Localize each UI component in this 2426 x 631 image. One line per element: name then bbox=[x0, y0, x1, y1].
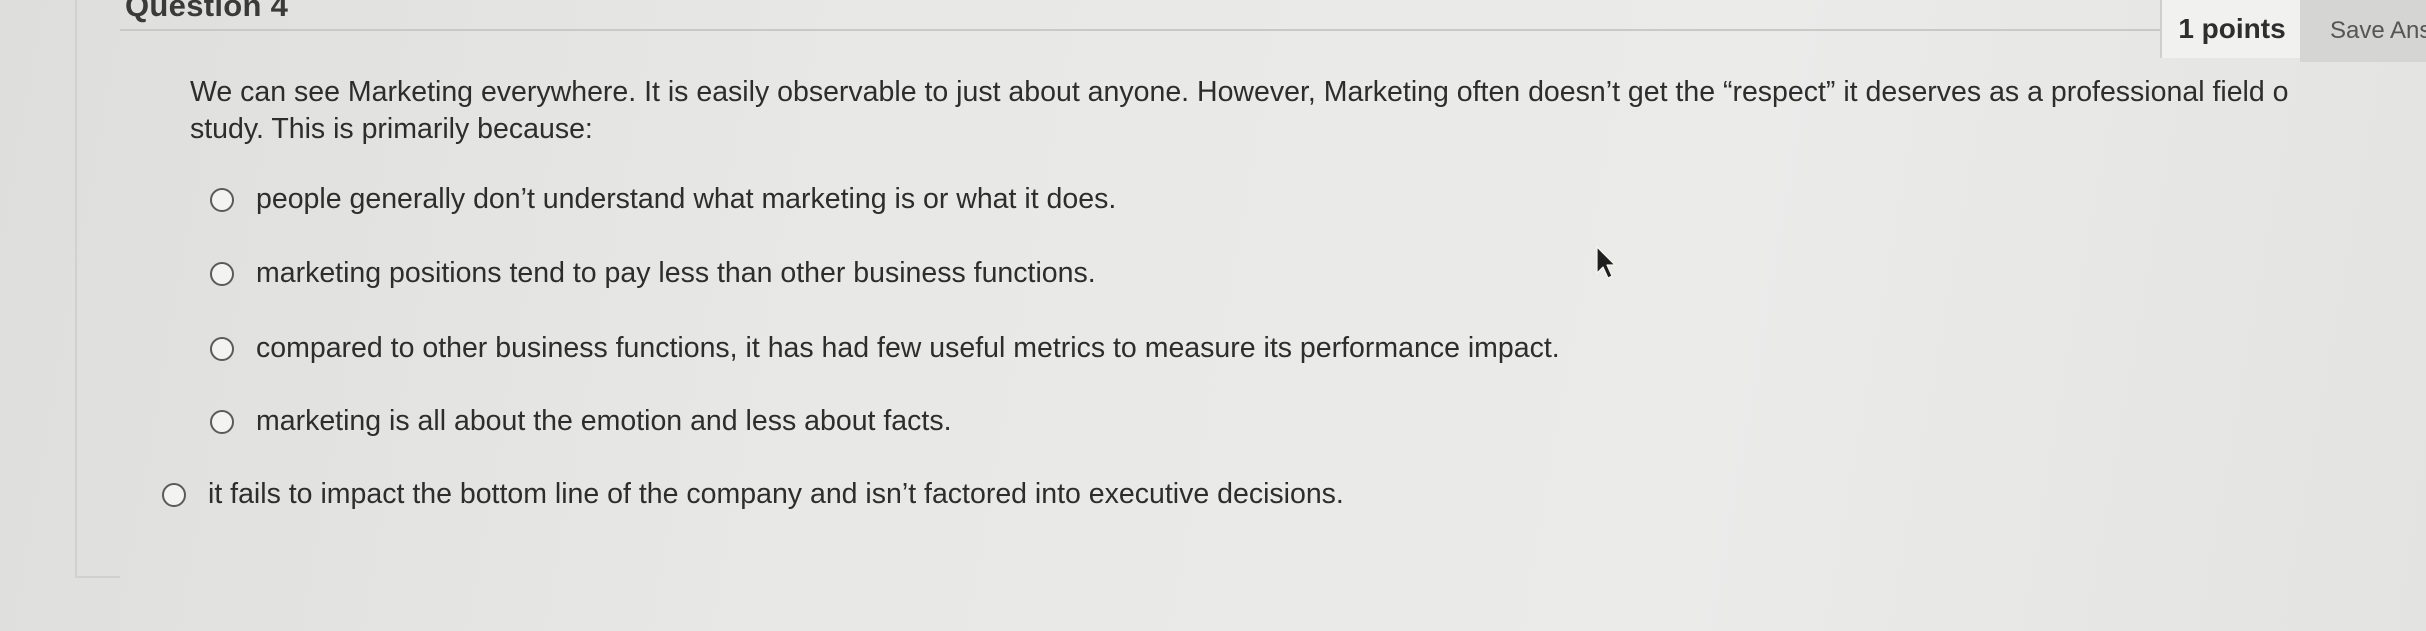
radio-unchecked-icon[interactable] bbox=[210, 336, 234, 361]
answer-option-label[interactable]: compared to other business functions, it… bbox=[256, 332, 1560, 365]
answer-option-1[interactable]: people generally don’t understand what m… bbox=[210, 183, 1116, 216]
question-title: Question 4 bbox=[125, 0, 289, 23]
points-badge: 1 points bbox=[2160, 0, 2302, 58]
radio-unchecked-icon[interactable] bbox=[210, 187, 234, 212]
answer-option-2[interactable]: marketing positions tend to pay less tha… bbox=[210, 257, 1096, 290]
answer-option-label[interactable]: it fails to impact the bottom line of th… bbox=[208, 478, 1344, 511]
answer-option-label[interactable]: people generally don’t understand what m… bbox=[256, 183, 1116, 216]
answer-option-label[interactable]: marketing positions tend to pay less tha… bbox=[256, 257, 1096, 290]
save-answer-label: Save Ans bbox=[2330, 17, 2426, 44]
question-prompt-line-1: We can see Marketing everywhere. It is e… bbox=[190, 76, 2289, 108]
radio-unchecked-icon[interactable] bbox=[162, 482, 186, 507]
answer-option-label[interactable]: marketing is all about the emotion and l… bbox=[256, 405, 951, 438]
answer-option-5[interactable]: it fails to impact the bottom line of th… bbox=[162, 478, 1344, 511]
mouse-pointer-icon bbox=[1596, 246, 1616, 279]
radio-unchecked-icon[interactable] bbox=[210, 409, 234, 434]
quiz-page: Question 4 1 points Save Ans We can see … bbox=[0, 0, 2426, 631]
question-box-bottom-border bbox=[75, 576, 120, 578]
answer-option-4[interactable]: marketing is all about the emotion and l… bbox=[210, 405, 951, 438]
question-prompt: We can see Marketing everywhere. It is e… bbox=[190, 74, 2426, 148]
radio-unchecked-icon[interactable] bbox=[210, 261, 234, 286]
points-label: 1 points bbox=[2178, 13, 2286, 44]
question-prompt-line-2: study. This is primarily because: bbox=[190, 113, 593, 145]
question-box-left-border bbox=[75, 0, 77, 578]
question-header-divider bbox=[120, 29, 2160, 31]
save-answer-button[interactable]: Save Ans bbox=[2300, 0, 2426, 62]
answer-option-3[interactable]: compared to other business functions, it… bbox=[210, 332, 1560, 365]
